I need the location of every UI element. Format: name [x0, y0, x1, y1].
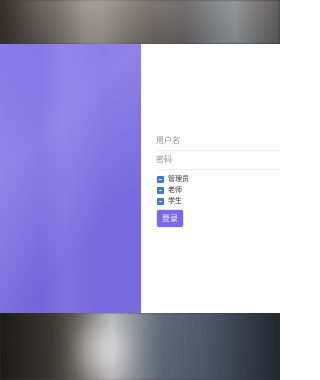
login-illustration-panel: [0, 44, 141, 313]
role-option-student[interactable]: 学生: [157, 196, 189, 206]
background-top-image: [0, 0, 280, 44]
role-label-student: 学生: [168, 196, 182, 205]
checkbox-checked-icon[interactable]: [157, 175, 164, 183]
login-page: 管理员 老师 学生 登录: [0, 0, 280, 380]
username-field: [156, 130, 280, 151]
background-light-glow: [74, 320, 132, 380]
role-option-teacher[interactable]: 老师: [157, 185, 189, 195]
username-input[interactable]: [156, 131, 280, 149]
login-form-panel: 管理员 老师 学生 登录: [141, 44, 280, 313]
checkbox-checked-icon[interactable]: [157, 197, 164, 205]
role-option-admin[interactable]: 管理员: [157, 174, 189, 184]
role-checkbox-group: 管理员 老师 学生: [157, 174, 189, 207]
login-button[interactable]: 登录: [157, 210, 183, 227]
checkbox-checked-icon[interactable]: [157, 186, 164, 194]
background-bottom-image: [0, 313, 280, 380]
role-label-teacher: 老师: [168, 185, 182, 194]
password-input[interactable]: [156, 150, 280, 168]
password-field: [156, 149, 280, 170]
login-card: 管理员 老师 学生 登录: [0, 44, 280, 313]
role-label-admin: 管理员: [168, 174, 189, 183]
